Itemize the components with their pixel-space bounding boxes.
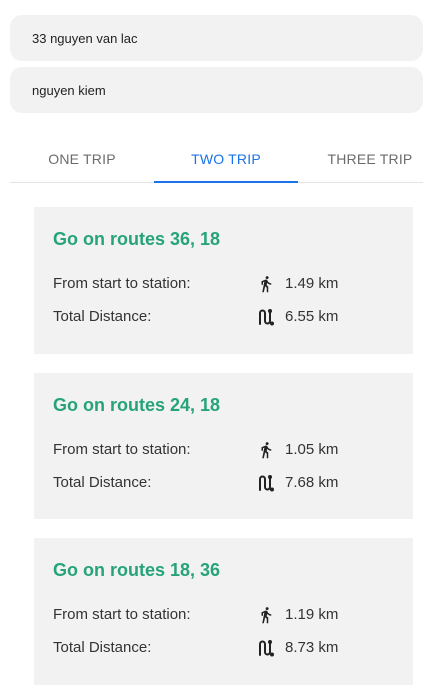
origin-input[interactable]: 33 nguyen van lac xyxy=(10,15,423,61)
route-path-icon xyxy=(257,474,275,492)
walk-distance-value: 1.19 km xyxy=(285,606,339,623)
total-distance-row: Total Distance: 6.55 km xyxy=(53,306,403,328)
total-distance-value: 7.68 km xyxy=(285,474,339,491)
tab-three-trip[interactable]: THREE TRIP xyxy=(298,135,442,182)
total-distance-row: Total Distance: 7.68 km xyxy=(53,472,403,494)
trip-tabs: ONE TRIP TWO TRIP THREE TRIP xyxy=(10,135,423,183)
route-path-icon xyxy=(257,639,275,657)
walk-distance-row: From start to station: 1.05 km xyxy=(53,439,403,461)
tab-one-trip[interactable]: ONE TRIP xyxy=(10,135,154,182)
walking-person-icon xyxy=(257,606,275,624)
total-distance-row: Total Distance: 8.73 km xyxy=(53,637,403,659)
walk-distance-label: From start to station: xyxy=(53,441,191,458)
walk-distance-label: From start to station: xyxy=(53,275,191,292)
route-result-card[interactable]: Go on routes 24, 18 From start to statio… xyxy=(34,373,413,519)
route-path-icon xyxy=(257,308,275,326)
tab-two-trip[interactable]: TWO TRIP xyxy=(154,135,298,183)
route-title: Go on routes 36, 18 xyxy=(53,229,221,249)
route-title: Go on routes 18, 36 xyxy=(53,560,221,580)
walk-distance-label: From start to station: xyxy=(53,606,191,623)
route-result-card[interactable]: Go on routes 36, 18 From start to statio… xyxy=(34,207,413,354)
walking-person-icon xyxy=(257,441,275,459)
total-distance-value: 8.73 km xyxy=(285,639,339,656)
total-distance-label: Total Distance: xyxy=(53,639,152,656)
destination-input[interactable]: nguyen kiem xyxy=(10,67,423,113)
route-title: Go on routes 24, 18 xyxy=(53,395,221,415)
route-result-card[interactable]: Go on routes 18, 36 From start to statio… xyxy=(34,538,413,685)
total-distance-value: 6.55 km xyxy=(285,308,339,325)
destination-input-value: nguyen kiem xyxy=(32,82,106,98)
walking-person-icon xyxy=(257,275,275,293)
walk-distance-row: From start to station: 1.49 km xyxy=(53,273,403,295)
total-distance-label: Total Distance: xyxy=(53,474,152,491)
walk-distance-row: From start to station: 1.19 km xyxy=(53,604,403,626)
origin-input-value: 33 nguyen van lac xyxy=(32,30,138,46)
walk-distance-value: 1.05 km xyxy=(285,441,339,458)
total-distance-label: Total Distance: xyxy=(53,308,152,325)
walk-distance-value: 1.49 km xyxy=(285,275,339,292)
